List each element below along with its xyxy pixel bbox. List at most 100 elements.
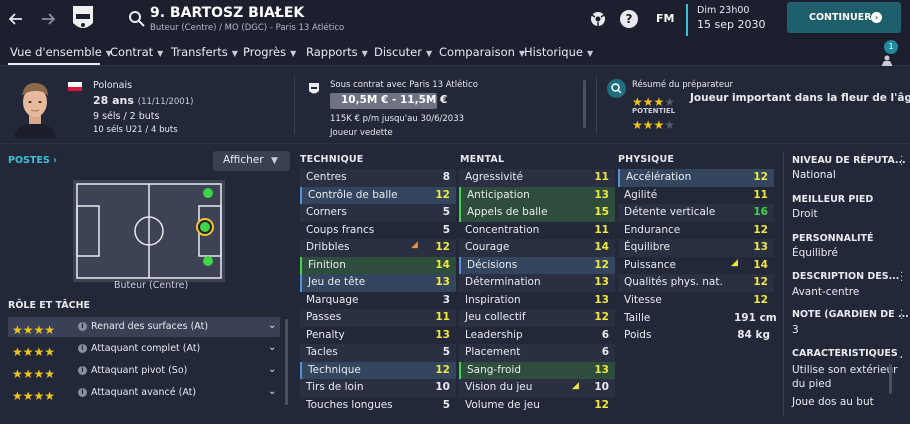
tab-discuss[interactable]: Discuter ▼ xyxy=(374,45,432,59)
search-icon[interactable] xyxy=(128,10,146,28)
attribute-row[interactable]: Concentration 11 xyxy=(459,222,615,240)
back-arrow-icon[interactable] xyxy=(6,9,26,29)
fm-button[interactable]: FM xyxy=(656,12,674,25)
scrollbar[interactable] xyxy=(583,80,586,128)
ball-icon[interactable] xyxy=(588,9,608,29)
attribute-value: 8 xyxy=(442,171,450,183)
attribute-row[interactable]: Passes 11 xyxy=(300,309,456,327)
attribute-row[interactable]: Vision du jeu 10 xyxy=(459,379,615,397)
attribute-row[interactable]: Marquage 3 xyxy=(300,292,456,310)
traits-scrollbar[interactable] xyxy=(889,364,892,394)
tab-comparison[interactable]: Comparaison ▼ xyxy=(439,45,525,59)
attribute-row[interactable]: Tacles 5 xyxy=(300,344,456,362)
chevron-right-icon: › xyxy=(53,155,57,166)
more-icon[interactable]: · · · xyxy=(900,307,903,325)
role-row[interactable]: ★★★★ i Attaquant complet (At) ⌄ xyxy=(8,339,280,359)
attribute-row[interactable]: Vitesse 12 xyxy=(618,292,774,310)
value-text: 10,5M € - 11,5M € xyxy=(341,94,448,106)
search-report-icon[interactable] xyxy=(607,79,626,98)
attribute-row[interactable]: Leadership 6 xyxy=(459,327,615,345)
more-icon[interactable]: · · · xyxy=(900,153,903,171)
info-icon[interactable]: i xyxy=(78,322,87,331)
position-marker[interactable] xyxy=(201,188,213,200)
main-panel: POSTES › Afficher ▼ Buteur (Centre) RÔLE… xyxy=(0,144,910,424)
attribute-row[interactable]: Contrôle de balle 12 xyxy=(300,186,456,204)
attribute-row[interactable]: Dribbles 12 xyxy=(300,239,456,257)
attribute-value: 11 xyxy=(753,188,768,201)
chevron-down-icon[interactable]: ⌄ xyxy=(268,342,276,353)
role-row[interactable]: ★★★★ i Renard des surfaces (At) ⌄ xyxy=(8,317,280,337)
wage: 115K € p/m jusqu'au 30/6/2033 xyxy=(330,114,465,124)
attribute-name: Inspiration xyxy=(465,293,521,306)
tab-overview[interactable]: Vue d'ensemble ▼ xyxy=(10,45,112,59)
attribute-row[interactable]: Inspiration 13 xyxy=(459,292,615,310)
tab-progress[interactable]: Progrès ▼ xyxy=(243,45,296,59)
attribute-row[interactable]: Équilibre 13 xyxy=(618,239,774,257)
mental-title: MENTAL xyxy=(460,154,505,165)
attribute-row[interactable]: Endurance 12 xyxy=(618,222,774,240)
role-name: Renard des surfaces (At) xyxy=(91,321,209,332)
continue-button[interactable]: CONTINUER › xyxy=(787,2,901,33)
attribute-row[interactable]: Anticipation 13 xyxy=(459,186,615,204)
trend-arrow-icon: ◢ xyxy=(731,258,738,268)
info-icon[interactable]: i xyxy=(78,366,87,375)
attribute-row[interactable]: Technique 12 xyxy=(300,361,456,379)
more-icon[interactable]: · · · xyxy=(900,269,903,287)
weight-label: Poids xyxy=(624,329,652,341)
attribute-row[interactable]: Finition 14 xyxy=(300,256,456,274)
contract-crest-icon xyxy=(308,81,320,95)
attribute-value: 3 xyxy=(442,293,450,306)
attribute-name: Détermination xyxy=(465,276,541,288)
attribute-row[interactable]: Sang-froid 13 xyxy=(459,361,615,379)
club-crest-icon[interactable] xyxy=(72,5,94,33)
attribute-value: 14 xyxy=(435,258,450,271)
star-icon: ★ xyxy=(44,345,56,359)
tab-contract[interactable]: Contrat ▼ xyxy=(110,45,163,59)
attribute-row[interactable]: Jeu collectif 12 xyxy=(459,309,615,327)
attribute-row[interactable]: Décisions 12 xyxy=(459,256,615,274)
attribute-row[interactable]: Détente verticale 16 xyxy=(618,204,774,222)
tab-reports[interactable]: Rapports ▼ xyxy=(306,45,368,59)
info-icon[interactable]: i xyxy=(78,344,87,353)
attribute-row[interactable]: Placement 6 xyxy=(459,344,615,362)
coach-title: Résumé du préparateur xyxy=(632,80,733,90)
attribute-row[interactable]: Penalty 13 xyxy=(300,327,456,345)
tab-history[interactable]: Historique ▼ xyxy=(524,45,593,59)
forward-arrow-icon[interactable] xyxy=(38,9,58,29)
attribute-row[interactable]: Centres 8 xyxy=(300,169,456,187)
attribute-name: Contrôle de balle xyxy=(308,188,398,201)
attribute-row[interactable]: Agilité 11 xyxy=(618,187,774,205)
tab-transfers[interactable]: Transferts ▼ xyxy=(171,45,238,59)
attribute-row[interactable]: Tirs de loin 10 xyxy=(300,379,456,397)
attribute-row[interactable]: Jeu de tête 13 xyxy=(300,274,456,292)
attribute-row[interactable]: Qualités phys. nat. 12 xyxy=(618,274,774,292)
attribute-row[interactable]: Corners 5 xyxy=(300,204,456,222)
player-title: 9. BARTOSZ BIAŁEK xyxy=(150,5,305,21)
attribute-row[interactable]: Puissance 14 xyxy=(618,257,774,275)
position-marker-selected[interactable] xyxy=(196,218,214,236)
info-icon[interactable]: i xyxy=(78,388,87,397)
attribute-value: 12 xyxy=(435,363,450,376)
attribute-value: 11 xyxy=(435,311,450,323)
attribute-row[interactable]: Agressivité 11 xyxy=(459,169,615,187)
attribute-row[interactable]: Accélération 12 xyxy=(618,169,774,187)
attribute-row[interactable]: Appels de balle 15 xyxy=(459,204,615,222)
attribute-row[interactable]: Volume de jeu 12 xyxy=(459,397,615,415)
chevron-down-icon[interactable]: ⌄ xyxy=(268,364,276,375)
attribute-row[interactable]: Touches longues 5 xyxy=(300,397,456,415)
attribute-row[interactable]: Détermination 13 xyxy=(459,274,615,292)
role-row[interactable]: ★★★★ i Attaquant pivot (So) ⌄ xyxy=(8,361,280,381)
attribute-row[interactable]: Courage 14 xyxy=(459,239,615,257)
position-marker[interactable] xyxy=(201,254,213,266)
scout-icon[interactable] xyxy=(880,52,894,67)
chevron-down-icon[interactable]: ⌄ xyxy=(268,320,276,331)
role-row[interactable]: ★★★★ i Attaquant avancé (At) ⌄ xyxy=(8,383,280,403)
attribute-row[interactable]: Coups francs 5 xyxy=(300,222,456,240)
position-label: Buteur (Centre) xyxy=(114,280,189,291)
positions-title[interactable]: POSTES › xyxy=(8,155,57,166)
show-dropdown[interactable]: Afficher ▼ xyxy=(213,151,290,171)
chevron-down-icon[interactable]: ⌄ xyxy=(268,386,276,397)
roles-scrollbar[interactable] xyxy=(285,319,288,405)
role-name: Attaquant pivot (So) xyxy=(91,365,188,376)
help-icon[interactable]: ? xyxy=(620,10,638,28)
